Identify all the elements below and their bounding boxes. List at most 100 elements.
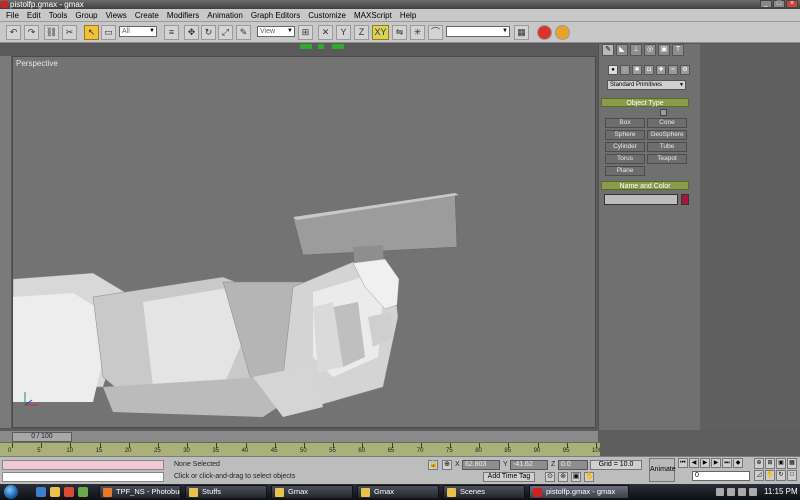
taskbar-item-gmax-app[interactable]: pistolfp.gmax - gmax <box>529 485 629 499</box>
display-icon[interactable]: ▣ <box>658 44 670 56</box>
selection-filter-select[interactable]: All <box>119 26 157 37</box>
minimize-icon[interactable]: _ <box>760 0 772 8</box>
arc-rotate-icon[interactable]: ↻ <box>776 470 786 481</box>
security-icon[interactable] <box>738 488 746 496</box>
scale-icon[interactable]: ⤢ <box>218 25 233 40</box>
taskbar-item-stuffs[interactable]: Stuffs <box>185 485 267 499</box>
object-name-field[interactable] <box>604 194 678 205</box>
menu-maxscript[interactable]: MAXScript <box>350 9 396 22</box>
current-frame-field[interactable]: 0 <box>692 471 750 481</box>
torus-button[interactable]: Torus <box>605 154 645 164</box>
clock[interactable]: 11:15 PM <box>764 485 798 499</box>
start-button-icon[interactable] <box>4 485 18 499</box>
select-by-name-icon[interactable]: ≡ <box>164 25 179 40</box>
zoom-extents-viewport-icon[interactable]: ▣ <box>776 458 786 469</box>
tube-button[interactable]: Tube <box>647 142 687 152</box>
x-coordinate-field[interactable]: 62.803 <box>462 460 500 470</box>
restrict-xy-button[interactable]: XY <box>372 25 389 40</box>
pan-viewport-icon[interactable]: ✋ <box>765 470 775 481</box>
plane-button[interactable]: Plane <box>605 166 645 176</box>
menu-file[interactable]: File <box>2 9 23 22</box>
time-slider-thumb[interactable]: 0 / 100 <box>12 432 72 442</box>
update-icon[interactable] <box>749 488 757 496</box>
undo-icon[interactable]: ↶ <box>6 25 21 40</box>
spacewarps-icon[interactable]: ≈ <box>668 65 678 75</box>
align-icon[interactable]: ✳ <box>410 25 425 40</box>
field-of-view-icon[interactable]: ◿ <box>754 470 764 481</box>
explorer-icon[interactable] <box>50 487 60 497</box>
maximize-icon[interactable]: □ <box>773 0 785 8</box>
taskbar-item-scenes[interactable]: Scenes <box>443 485 525 499</box>
systems-icon[interactable]: ⚙ <box>680 65 690 75</box>
key-mode-icon[interactable]: ◆ <box>733 458 743 468</box>
unlink-icon[interactable]: ✂ <box>62 25 77 40</box>
cameras-icon[interactable]: ◘ <box>644 65 654 75</box>
teapot-button[interactable]: Teapot <box>647 154 687 164</box>
lock-selection-icon[interactable]: 🔒 <box>428 460 438 470</box>
animate-button[interactable]: Animate <box>649 458 676 482</box>
snap-toggle-icon[interactable]: ⌒ <box>428 25 443 40</box>
y-coordinate-field[interactable]: -41.62 <box>510 460 548 470</box>
shapes-icon[interactable]: ◌ <box>620 65 630 75</box>
select-link-icon[interactable]: ⛓ <box>44 25 59 40</box>
zoom-viewport-icon[interactable]: ⊕ <box>754 458 764 469</box>
create-icon[interactable]: ✎ <box>602 44 614 56</box>
name-and-color-rollout[interactable]: Name and Color <box>601 181 689 190</box>
render-scene-icon[interactable] <box>537 25 552 40</box>
utilities-icon[interactable]: T <box>672 44 684 56</box>
volume-icon[interactable] <box>727 488 735 496</box>
redo-icon[interactable]: ↷ <box>24 25 39 40</box>
menu-graph-editors[interactable]: Graph Editors <box>247 9 304 22</box>
taskbar-item-gmax-2[interactable]: Gmax <box>357 485 439 499</box>
zoom-all-icon[interactable]: ⊚ <box>558 472 568 482</box>
move-icon[interactable]: ✥ <box>184 25 199 40</box>
pivot-center-icon[interactable]: ⊞ <box>298 25 313 40</box>
menu-help[interactable]: Help <box>396 9 420 22</box>
region-select-icon[interactable]: ▭ <box>101 25 116 40</box>
zoom-icon[interactable]: ⊙ <box>545 472 555 482</box>
box-button[interactable]: Box <box>605 118 645 128</box>
close-icon[interactable]: × <box>786 0 798 8</box>
restrict-x-icon[interactable]: ✕ <box>318 25 333 40</box>
play-icon[interactable]: ▶ <box>700 458 710 468</box>
next-frame-icon[interactable]: ▶ <box>711 458 721 468</box>
named-selection-sets[interactable] <box>446 26 510 37</box>
reference-coord-select[interactable]: View <box>257 26 295 37</box>
menu-group[interactable]: Group <box>71 9 101 22</box>
maximize-viewport-icon[interactable]: □ <box>787 470 797 481</box>
zoom-extents-all-icon[interactable]: ▦ <box>787 458 797 469</box>
mirror-icon[interactable]: ⇋ <box>392 25 407 40</box>
geosphere-button[interactable]: GeoSphere <box>647 130 687 140</box>
lights-icon[interactable]: ✱ <box>632 65 642 75</box>
quick-render-icon[interactable] <box>555 25 570 40</box>
select-manipulate-icon[interactable]: ✎ <box>236 25 251 40</box>
perspective-viewport[interactable]: Perspective <box>12 56 596 428</box>
menu-edit[interactable]: Edit <box>23 9 45 22</box>
menu-tools[interactable]: Tools <box>45 9 72 22</box>
rotate-icon[interactable]: ↻ <box>201 25 216 40</box>
hierarchy-icon[interactable]: ⊥ <box>630 44 642 56</box>
menu-views[interactable]: Views <box>102 9 131 22</box>
taskbar-item-gmax-1[interactable]: Gmax <box>271 485 353 499</box>
previous-frame-icon[interactable]: ◀ <box>689 458 699 468</box>
maxscript-input-mini[interactable] <box>2 472 164 482</box>
restrict-z-icon[interactable]: Z <box>354 25 369 40</box>
menu-customize[interactable]: Customize <box>304 9 350 22</box>
menu-animation[interactable]: Animation <box>203 9 247 22</box>
motion-icon[interactable]: ◎ <box>644 44 656 56</box>
modify-icon[interactable]: ◣ <box>616 44 628 56</box>
pan-icon[interactable]: ✋ <box>584 472 594 482</box>
menu-modifiers[interactable]: Modifiers <box>163 9 203 22</box>
geometry-icon[interactable]: ● <box>608 65 618 75</box>
helpers-icon[interactable]: ✚ <box>656 65 666 75</box>
material-editor-icon[interactable]: ▦ <box>514 25 529 40</box>
cone-button[interactable]: Cone <box>647 118 687 128</box>
taskbar-item-photobucket[interactable]: TPF_NS - Photobuc... <box>99 485 181 499</box>
object-type-rollout[interactable]: Object Type <box>601 98 689 107</box>
add-time-tag-button[interactable]: Add Time Tag <box>483 472 535 482</box>
object-color-swatch[interactable] <box>681 194 689 205</box>
network-icon[interactable] <box>716 488 724 496</box>
autogrid-checkbox[interactable] <box>660 109 667 116</box>
track-bar[interactable]: 0 5 10 15 20 25 30 35 40 45 50 55 60 65 70 75 80 85 90 95 10… <box>0 442 602 456</box>
cylinder-button[interactable]: Cylinder <box>605 142 645 152</box>
